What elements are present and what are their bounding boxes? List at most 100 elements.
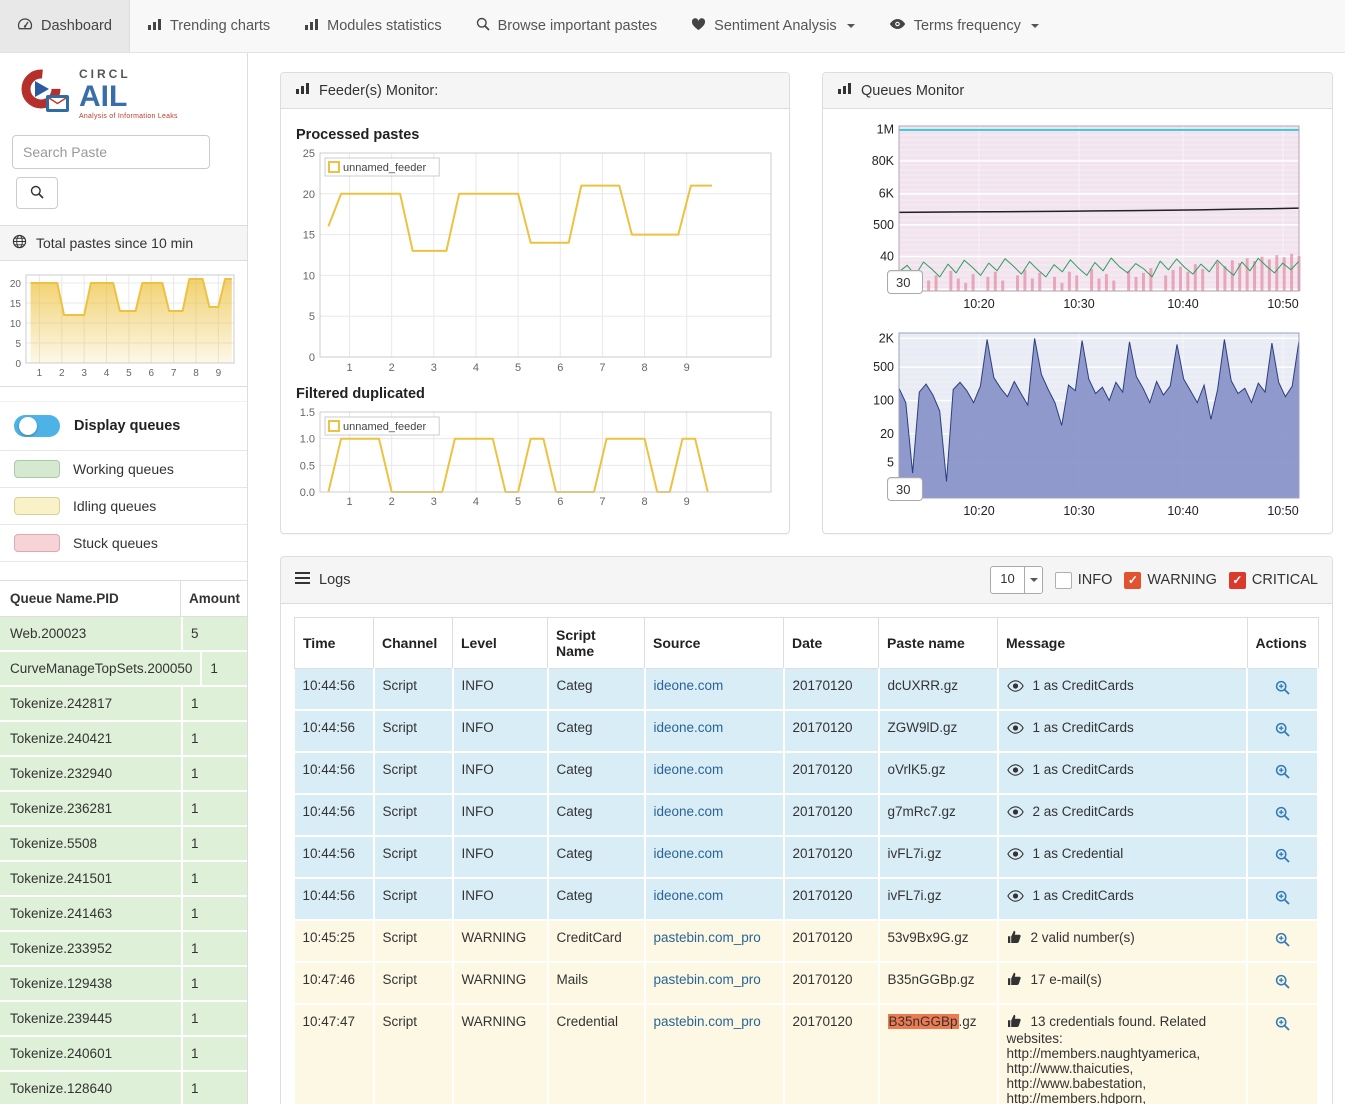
feeder-monitor-panel: Feeder(s) Monitor: Processed pastes 0510… [280, 72, 790, 534]
nav-item-dashboard[interactable]: Dashboard [0, 0, 130, 52]
log-source-link[interactable]: ideone.com [654, 762, 724, 777]
show-paste-button[interactable] [1273, 720, 1292, 742]
queue-name: Tokenize.241463 [0, 897, 183, 930]
svg-text:10: 10 [10, 319, 22, 330]
svg-text:5: 5 [515, 362, 521, 374]
queue-name: Tokenize.242817 [0, 687, 183, 720]
filter-warning: ✓ WARNING [1124, 572, 1217, 589]
queue-amount: 1 [183, 722, 247, 755]
svg-text:10:20: 10:20 [963, 297, 994, 311]
log-message-text: 2 as CreditCards [1033, 804, 1134, 819]
queue-name: CurveManageTopSets.200050 [0, 652, 202, 685]
log-source-link[interactable]: ideone.com [654, 804, 724, 819]
critical-checkbox[interactable]: ✓ [1229, 572, 1246, 589]
log-source: ideone.com [645, 878, 784, 920]
log-message: 17 e-mail(s) [998, 962, 1248, 1004]
queue-row: Tokenize.2414631 [0, 897, 247, 932]
queues-monitor-header: Queues Monitor [823, 73, 1332, 109]
log-source-link[interactable]: pastebin.com_pro [654, 1014, 761, 1029]
display-queues-toggle[interactable] [14, 415, 60, 437]
filtered-duplicated-title: Filtered duplicated [296, 386, 776, 402]
show-paste-button[interactable] [1273, 762, 1292, 784]
log-source-link[interactable]: ideone.com [654, 678, 724, 693]
queue-name: Tokenize.128640 [0, 1072, 183, 1104]
log-date: 20170120 [784, 1004, 879, 1104]
log-script-name: CreditCard [548, 920, 645, 962]
svg-text:10:40: 10:40 [1167, 504, 1198, 518]
nav-item-terms-frequency[interactable]: Terms frequency [872, 0, 1056, 52]
queue-name: Tokenize.236281 [0, 792, 183, 825]
display-queues-label: Display queues [74, 418, 180, 434]
log-row: 10:44:56ScriptINFOCategideone.com2017012… [295, 794, 1319, 836]
queue-amount: 1 [183, 827, 247, 860]
log-date: 20170120 [784, 794, 879, 836]
nav-item-browse-important-pastes[interactable]: Browse important pastes [459, 0, 675, 52]
log-time: 10:47:46 [295, 962, 374, 1004]
info-checkbox[interactable] [1055, 572, 1072, 589]
log-actions [1247, 878, 1318, 920]
log-level: INFO [453, 878, 548, 920]
interval-input[interactable]: 30 [887, 477, 923, 501]
log-paste-name: ivFL7i.gz [879, 878, 998, 920]
feeder-monitor-title: Feeder(s) Monitor: [319, 83, 438, 99]
show-paste-button[interactable] [1273, 678, 1292, 700]
svg-text:9: 9 [684, 362, 690, 374]
show-paste-button[interactable] [1273, 930, 1292, 952]
log-actions [1247, 794, 1318, 836]
svg-text:unnamed_feeder: unnamed_feeder [343, 162, 427, 174]
show-paste-button[interactable] [1273, 888, 1292, 910]
log-level: WARNING [453, 962, 548, 1004]
nav-item-trending-charts[interactable]: Trending charts [130, 0, 287, 52]
log-script-name: Categ [548, 752, 645, 794]
search-paste-button[interactable] [16, 177, 58, 209]
svg-text:20: 20 [880, 427, 894, 441]
list-icon [295, 572, 310, 588]
page-size-select[interactable]: 10 [990, 566, 1042, 594]
queue-row: Tokenize.2362811 [0, 792, 247, 827]
log-source-link[interactable]: ideone.com [654, 720, 724, 735]
log-source-link[interactable]: ideone.com [654, 888, 724, 903]
queue-amount: 1 [183, 897, 247, 930]
queue-name: Tokenize.233952 [0, 932, 183, 965]
search-paste-input[interactable] [12, 135, 210, 169]
log-source-link[interactable]: pastebin.com_pro [654, 930, 761, 945]
ail-logo[interactable]: CIRCL AIL Analysis of Information Leaks [0, 52, 247, 127]
top-navbar: Dashboard Trending charts Modules statis… [0, 0, 1345, 53]
log-message-text: 1 as Credential [1033, 846, 1124, 861]
eye-icon [1007, 848, 1024, 863]
log-level: INFO [453, 836, 548, 878]
log-source-link[interactable]: pastebin.com_pro [654, 972, 761, 987]
show-paste-button[interactable] [1273, 972, 1292, 994]
svg-text:8: 8 [641, 496, 647, 508]
queue-name: Tokenize.240601 [0, 1037, 183, 1070]
log-time: 10:47:47 [295, 1004, 374, 1104]
log-date: 20170120 [784, 920, 879, 962]
log-source-link[interactable]: ideone.com [654, 846, 724, 861]
eye-icon [1007, 806, 1024, 821]
log-level: INFO [453, 669, 548, 711]
show-paste-button[interactable] [1273, 804, 1292, 826]
logs-column-header: Paste name [879, 618, 998, 669]
interval-input[interactable]: 30 [887, 270, 923, 294]
log-actions [1247, 752, 1318, 794]
log-row: 10:44:56ScriptINFOCategideone.com2017012… [295, 836, 1319, 878]
warning-checkbox[interactable]: ✓ [1124, 572, 1141, 589]
queue-name: Tokenize.240421 [0, 722, 183, 755]
nav-item-sentiment-analysis[interactable]: Sentiment Analysis [674, 0, 872, 52]
show-paste-button[interactable] [1273, 846, 1292, 868]
svg-text:10:50: 10:50 [1267, 504, 1298, 518]
logs-table-header-row: TimeChannelLevelScript NameSourceDatePas… [295, 618, 1319, 669]
filter-critical: ✓ CRITICAL [1229, 572, 1318, 589]
eye-icon [1007, 680, 1024, 695]
nav-item-modules-statistics[interactable]: Modules statistics [287, 0, 458, 52]
toggle-knob [19, 417, 37, 435]
log-date: 20170120 [784, 710, 879, 752]
logs-panel: Logs 10 INFO ✓ WARNING ✓ CRITICAL [280, 556, 1333, 1104]
log-actions [1247, 962, 1318, 1004]
thumbs-up-icon [1007, 1014, 1022, 1031]
bar-chart-icon [837, 82, 852, 99]
queue-row: Tokenize.55081 [0, 827, 247, 862]
feeder-monitor-body: Processed pastes 0510152025123456789unna… [281, 109, 789, 525]
show-paste-button[interactable] [1273, 1014, 1292, 1036]
logs-title: Logs [319, 572, 350, 588]
